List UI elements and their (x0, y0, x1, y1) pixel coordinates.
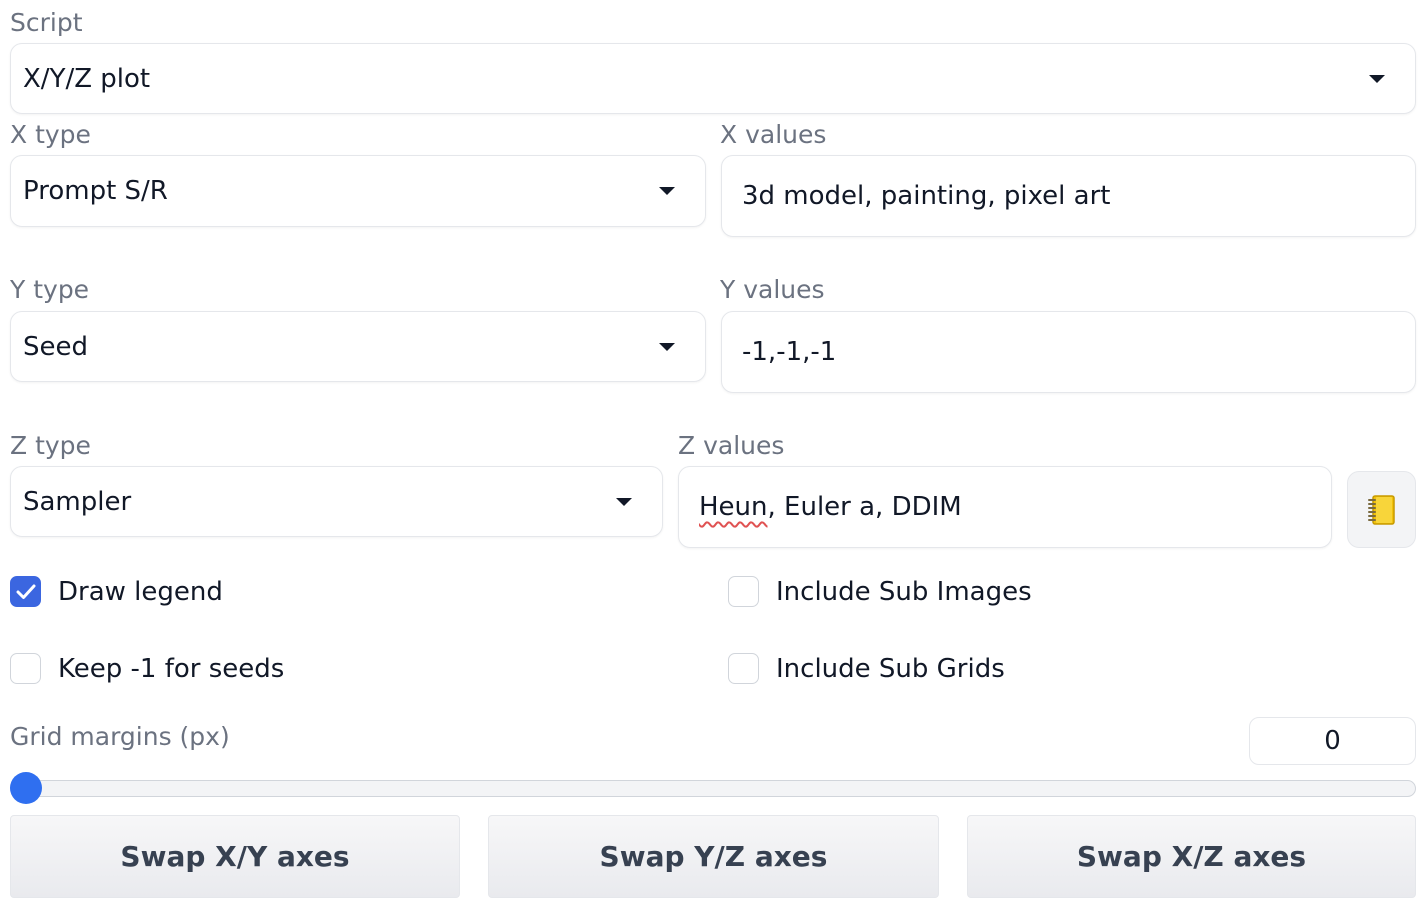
grid-margins-slider-track[interactable] (10, 780, 1416, 797)
x-values-text: 3d model, painting, pixel art (742, 181, 1111, 211)
z-values-text: Heun, Euler a, DDIM (699, 492, 962, 522)
chevron-down-icon (616, 497, 632, 506)
y-type-value: Seed (23, 331, 88, 362)
x-type-value: Prompt S/R (23, 176, 168, 206)
keep-seeds-label[interactable]: Keep -1 for seeds (58, 653, 284, 685)
chevron-down-icon (659, 342, 675, 351)
script-select-value: X/Y/Z plot (23, 63, 151, 94)
chevron-down-icon (1369, 74, 1385, 83)
x-values-input[interactable]: 3d model, painting, pixel art (721, 155, 1416, 237)
y-values-label: Y values (720, 275, 825, 304)
z-type-value: Sampler (23, 486, 132, 517)
notebook-icon (1368, 495, 1395, 525)
z-type-label: Z type (10, 431, 91, 460)
fill-values-button[interactable] (1347, 471, 1416, 548)
include-sub-images-label[interactable]: Include Sub Images (776, 576, 1032, 608)
z-type-select[interactable]: Sampler (10, 466, 663, 537)
y-type-select[interactable]: Seed (10, 311, 706, 382)
grid-margins-label: Grid margins (px) (10, 722, 230, 751)
keep-seeds-checkbox[interactable] (10, 653, 41, 684)
y-values-text: -1,-1,-1 (742, 337, 837, 367)
misspelled-word: Heun (699, 492, 768, 522)
grid-margins-number-input[interactable]: 0 (1249, 717, 1416, 765)
z-values-label: Z values (678, 431, 785, 460)
include-sub-grids-checkbox[interactable] (728, 653, 759, 684)
swap-yz-axes-button[interactable]: Swap Y/Z axes (488, 815, 939, 898)
y-values-input[interactable]: -1,-1,-1 (721, 311, 1416, 393)
y-type-label: Y type (10, 275, 90, 304)
grid-margins-slider-thumb[interactable] (10, 772, 42, 804)
script-label: Script (10, 8, 83, 37)
checkmark-icon (16, 584, 36, 599)
z-values-rest: , Euler a, DDIM (767, 492, 962, 522)
chevron-down-icon (659, 187, 675, 195)
swap-xy-axes-button[interactable]: Swap X/Y axes (10, 815, 460, 898)
script-select[interactable]: X/Y/Z plot (10, 43, 1416, 114)
draw-legend-label[interactable]: Draw legend (58, 576, 223, 608)
draw-legend-checkbox[interactable] (10, 576, 41, 607)
include-sub-grids-label[interactable]: Include Sub Grids (776, 653, 1005, 685)
x-type-label: X type (10, 120, 91, 149)
x-type-select[interactable]: Prompt S/R (10, 155, 706, 227)
include-sub-images-checkbox[interactable] (728, 576, 759, 607)
x-values-label: X values (720, 120, 827, 149)
z-values-input[interactable]: Heun, Euler a, DDIM (678, 466, 1332, 548)
swap-xz-axes-button[interactable]: Swap X/Z axes (967, 815, 1416, 898)
